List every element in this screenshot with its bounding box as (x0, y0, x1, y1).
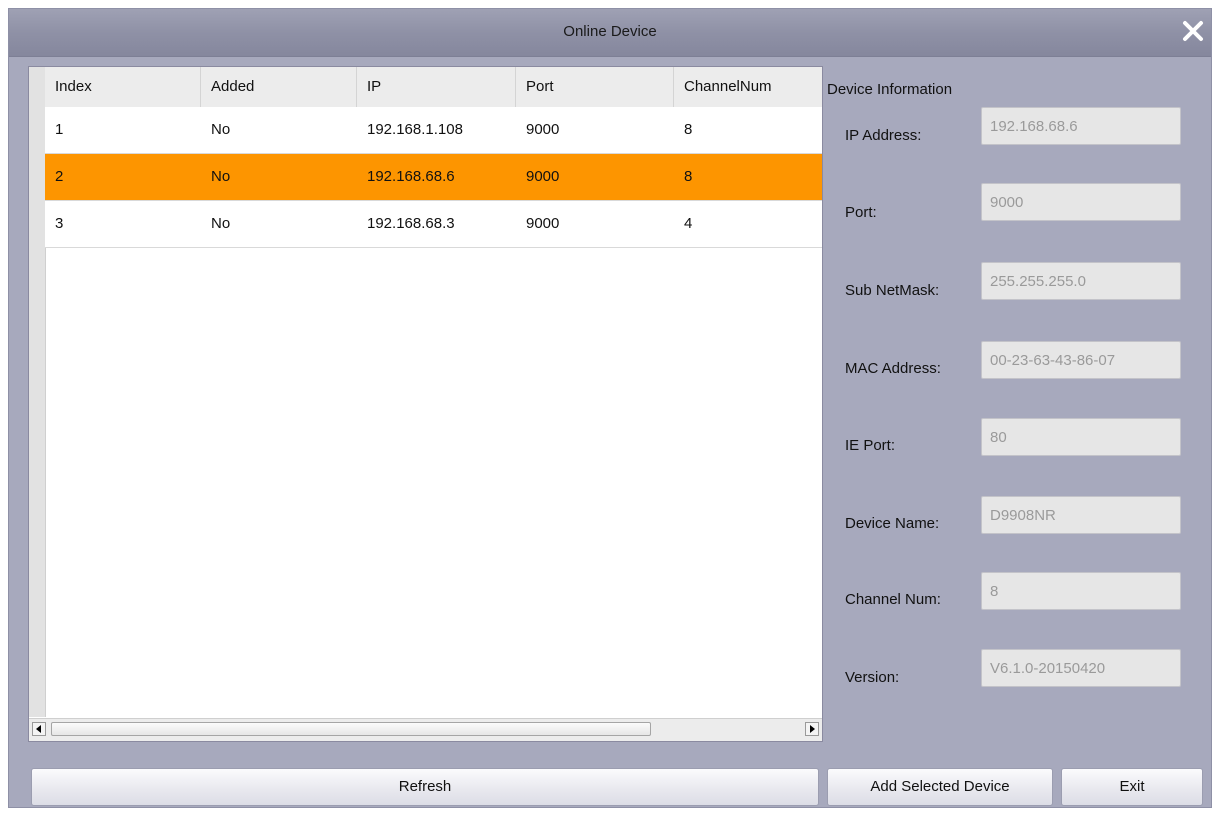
mac-address-label: MAC Address: (845, 360, 941, 377)
column-header-channelnum[interactable]: ChannelNum (674, 67, 822, 107)
scroll-thumb[interactable] (51, 722, 651, 736)
scroll-right-button[interactable] (805, 722, 819, 736)
column-header-ip[interactable]: IP (357, 67, 516, 107)
table-row[interactable]: 2 No 192.168.68.6 9000 8 (45, 154, 822, 201)
mac-address-field[interactable] (981, 341, 1181, 379)
cell-ip: 192.168.68.3 (367, 215, 455, 232)
cell-added: No (211, 121, 231, 138)
horizontal-scrollbar[interactable] (29, 718, 822, 741)
cell-port: 9000 (526, 121, 560, 138)
arrow-right-icon (810, 725, 815, 733)
column-header-port[interactable]: Port (516, 67, 674, 107)
cell-index: 3 (55, 215, 64, 232)
ie-port-label: IE Port: (845, 437, 896, 454)
channel-num-field[interactable] (981, 572, 1181, 610)
ip-address-field[interactable] (981, 107, 1181, 145)
cell-ip: 192.168.68.6 (367, 168, 455, 185)
ip-address-label: IP Address: (845, 127, 922, 144)
cell-channelnum: 8 (684, 168, 693, 185)
cell-added: No (211, 168, 231, 185)
subnet-mask-field[interactable] (981, 262, 1181, 300)
row-header-gutter (29, 67, 46, 717)
subnet-mask-label: Sub NetMask: (845, 282, 940, 299)
version-field[interactable] (981, 649, 1181, 687)
table-header: Index Added IP Port ChannelNum (45, 67, 822, 108)
arrow-left-icon (36, 725, 41, 733)
title-bar[interactable]: Online Device (9, 9, 1211, 57)
device-name-field[interactable] (981, 496, 1181, 534)
port-label: Port: (845, 204, 877, 221)
cell-ip: 192.168.1.108 (367, 121, 463, 138)
table-body: 1 No 192.168.1.108 9000 8 2 No 192.168.6… (45, 107, 822, 248)
cell-added: No (211, 215, 231, 232)
channel-num-label: Channel Num: (845, 591, 941, 608)
cell-channelnum: 4 (684, 215, 693, 232)
cell-index: 1 (55, 121, 64, 138)
close-icon (1183, 21, 1203, 41)
cell-index: 2 (55, 168, 64, 185)
window-title: Online Device (563, 23, 657, 40)
ie-port-field[interactable] (981, 418, 1181, 456)
refresh-button[interactable]: Refresh (31, 768, 819, 806)
column-header-added[interactable]: Added (201, 67, 357, 107)
device-name-label: Device Name: (845, 515, 940, 532)
scroll-left-button[interactable] (32, 722, 46, 736)
port-field[interactable] (981, 183, 1181, 221)
version-label: Version: (845, 669, 900, 686)
cell-port: 9000 (526, 215, 560, 232)
table-row[interactable]: 3 No 192.168.68.3 9000 4 (45, 201, 822, 248)
table-row[interactable]: 1 No 192.168.1.108 9000 8 (45, 107, 822, 154)
device-table: Index Added IP Port ChannelNum 1 No 192.… (28, 66, 823, 742)
device-information-heading: Device Information (827, 81, 953, 98)
online-device-dialog: Online Device Index Added IP Port Channe… (8, 8, 1212, 808)
cell-channelnum: 8 (684, 121, 693, 138)
exit-button[interactable]: Exit (1061, 768, 1203, 806)
close-button[interactable] (1179, 17, 1207, 45)
add-selected-device-button[interactable]: Add Selected Device (827, 768, 1053, 806)
column-header-index[interactable]: Index (45, 67, 201, 107)
cell-port: 9000 (526, 168, 560, 185)
